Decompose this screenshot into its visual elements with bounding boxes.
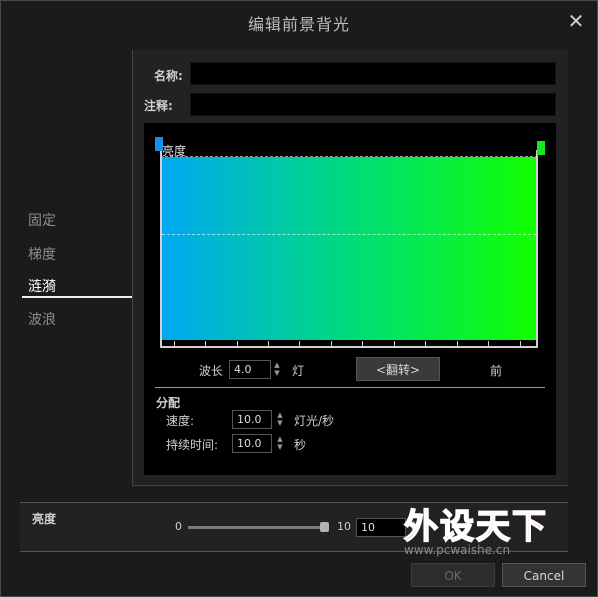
- speed-input[interactable]: 10.0: [232, 410, 272, 429]
- axis-tick: [457, 341, 458, 347]
- axis-tick: [237, 341, 238, 347]
- name-input[interactable]: [190, 62, 556, 85]
- axis-tick: [488, 341, 489, 347]
- cancel-button[interactable]: Cancel: [502, 563, 586, 587]
- brightness-input[interactable]: 10: [356, 518, 406, 537]
- brightness-axis-label: 亮度: [162, 144, 187, 158]
- brightness-max-line: [160, 156, 538, 157]
- speed-stepper-icon[interactable]: ▲ ▼: [276, 411, 284, 427]
- wavelength-stepper-icon[interactable]: ▲ ▼: [273, 361, 281, 377]
- axis-tick: [331, 341, 332, 347]
- ok-button[interactable]: OK: [411, 563, 495, 587]
- duration-stepper-icon[interactable]: ▲ ▼: [276, 435, 284, 451]
- wavelength-input[interactable]: 4.0: [229, 360, 271, 379]
- speed-unit: 灯光/秒: [294, 414, 335, 428]
- gradient-preview: [162, 157, 536, 340]
- dialog-title: 编辑前景背光: [247, 15, 350, 34]
- pcwaishe-watermark-logo: 外设天下 www.pcwaishe.cn: [403, 506, 548, 557]
- nav-active-indicator: [22, 296, 132, 298]
- brightness-min: 0: [175, 520, 182, 533]
- direction-label[interactable]: 前: [490, 362, 502, 379]
- axis-tick: [205, 341, 206, 347]
- brightness-max: 10: [337, 520, 351, 533]
- note-input[interactable]: [190, 93, 556, 116]
- distribution-heading: 分配: [156, 396, 181, 410]
- axis-tick: [268, 341, 269, 347]
- speed-label: 速度:: [166, 414, 195, 428]
- svg-text:www.pcwaishe.cn: www.pcwaishe.cn: [404, 543, 510, 557]
- flip-button[interactable]: <翻转>: [356, 357, 440, 381]
- brightness-slider-track[interactable]: [188, 526, 326, 529]
- name-label: 名称:: [154, 69, 183, 83]
- position-axis: [162, 346, 538, 348]
- nav-item-ripple[interactable]: 涟漪: [28, 276, 56, 296]
- axis-tick: [520, 341, 521, 347]
- left-boundary-line: [160, 150, 162, 348]
- axis-tick: [394, 341, 395, 347]
- svg-text:外设天下: 外设天下: [404, 507, 548, 547]
- end-color-handle[interactable]: [537, 141, 545, 155]
- wavelength-label: 波长: [199, 364, 224, 378]
- nav-item-gradient[interactable]: 梯度: [28, 244, 56, 264]
- brightness-mid-line: [162, 234, 536, 235]
- axis-tick: [425, 341, 426, 347]
- wavelength-unit: 灯: [292, 364, 305, 378]
- section-divider: [155, 387, 545, 388]
- duration-input[interactable]: 10.0: [232, 434, 272, 453]
- nav-item-wave[interactable]: 波浪: [28, 309, 56, 329]
- brightness-slider-handle[interactable]: [320, 522, 329, 532]
- close-icon[interactable]: ✕: [566, 10, 586, 32]
- brightness-label: 亮度: [32, 512, 57, 526]
- duration-unit: 秒: [294, 438, 307, 452]
- axis-tick: [174, 341, 175, 347]
- duration-label: 持续时间:: [166, 438, 219, 452]
- right-boundary-line: [536, 150, 538, 348]
- nav-item-fixed[interactable]: 固定: [28, 210, 56, 230]
- note-label: 注释:: [144, 99, 173, 113]
- axis-tick: [299, 341, 300, 347]
- axis-tick: [362, 341, 363, 347]
